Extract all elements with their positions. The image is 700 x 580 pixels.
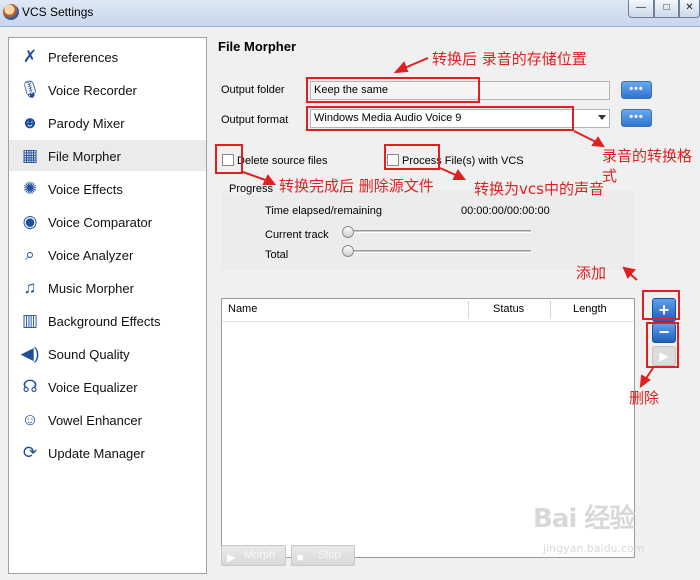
sidebar-item-voice-equalizer[interactable]: ☊ Voice Equalizer	[9, 371, 206, 402]
annotation-box-output-format	[306, 106, 574, 131]
sidebar-item-label: Voice Comparator	[48, 215, 153, 230]
current-track-label: Current track	[265, 229, 329, 241]
annotation-remove: 删除	[629, 389, 660, 407]
maximize-button[interactable]: □	[654, 0, 679, 18]
header-divider	[222, 321, 634, 322]
refresh-arrows-icon: ⟳	[22, 443, 38, 462]
title-bar: VCS Settings — □ ✕	[0, 0, 700, 27]
annotation-delete-source: 转换完成后 删除源文件	[279, 177, 434, 195]
sidebar-item-file-morpher[interactable]: ▦ File Morpher	[9, 140, 206, 171]
annotation-output-format-line2: 式	[602, 167, 618, 185]
morph-button-label: Morph	[244, 549, 276, 561]
sidebar-item-voice-analyzer[interactable]: ⌕ Voice Analyzer	[9, 239, 206, 270]
stop-button-label: Stop	[318, 549, 341, 561]
sidebar-item-preferences[interactable]: ✗ Preferences	[9, 41, 206, 72]
watermark-sub: jingyan.baidu.com	[543, 542, 645, 555]
annotation-box-add	[642, 290, 680, 320]
annotation-box-output-folder	[306, 77, 480, 103]
output-folder-label: Output folder	[221, 84, 285, 96]
sidebar-item-voice-effects[interactable]: ✺ Voice Effects	[9, 173, 206, 204]
lips-compare-icon: ◉	[22, 212, 38, 231]
column-header-length[interactable]: Length	[573, 303, 607, 315]
annotation-process: 转换为vcs中的声音	[474, 180, 604, 198]
time-elapsed-value: 00:00:00/00:00:00	[461, 205, 550, 217]
sidebar-item-label: Music Morpher	[48, 281, 134, 296]
sidebar-item-background-effects[interactable]: ▥ Background Effects	[9, 305, 206, 336]
chevron-down-icon	[598, 115, 606, 120]
equalizer-bars-icon: ▥	[21, 311, 39, 330]
sidebar-item-label: Sound Quality	[48, 347, 130, 362]
stop-button[interactable]: ■ Stop	[291, 545, 355, 566]
window-title: VCS Settings	[22, 5, 94, 19]
sidebar-item-vowel-enhancer[interactable]: ☺ Vowel Enhancer	[9, 404, 206, 435]
morph-button[interactable]: ▶ Morph	[221, 545, 286, 566]
time-elapsed-label: Time elapsed/remaining	[265, 205, 382, 217]
wrench-tools-icon: ✗	[22, 47, 38, 66]
annotation-output-format-line1: 录音的转换格	[602, 147, 693, 165]
annotation-box-remove	[646, 322, 679, 368]
page-title: File Morpher	[218, 39, 297, 54]
microphone-icon: 🎙	[19, 80, 41, 99]
sidebar-item-label: Parody Mixer	[48, 116, 125, 131]
sidebar-item-parody-mixer[interactable]: ☻ Parody Mixer	[9, 107, 206, 138]
file-morph-icon: ▦	[21, 146, 39, 165]
output-format-label: Output format	[221, 114, 289, 126]
total-slider-track	[345, 250, 531, 253]
close-button[interactable]: ✕	[679, 0, 700, 18]
sidebar-item-voice-recorder[interactable]: 🎙 Voice Recorder	[9, 74, 206, 105]
current-track-slider-thumb[interactable]	[342, 226, 354, 238]
sidebar-item-sound-quality[interactable]: ◀) Sound Quality	[9, 338, 206, 369]
sidebar-item-label: Voice Equalizer	[48, 380, 138, 395]
delete-source-label: Delete source files	[237, 155, 328, 167]
annotation-box-process	[384, 144, 440, 170]
sparkle-effects-icon: ✺	[22, 179, 38, 198]
sidebar-item-label: Vowel Enhancer	[48, 413, 142, 428]
annotation-add: 添加	[576, 264, 607, 282]
equalizer-mouth-icon: ☊	[22, 377, 38, 396]
sidebar-item-label: Voice Effects	[48, 182, 123, 197]
sidebar-item-label: File Morpher	[48, 149, 121, 164]
play-icon: ▶	[227, 552, 236, 564]
face-mask-icon: ☻	[21, 113, 39, 132]
column-header-name[interactable]: Name	[228, 303, 257, 315]
minimize-button[interactable]: —	[628, 0, 654, 18]
watermark: Bai 经验 jingyan.baidu.com	[533, 498, 693, 568]
sidebar: ✗ Preferences 🎙 Voice Recorder ☻ Parody …	[8, 37, 207, 574]
sidebar-item-label: Voice Analyzer	[48, 248, 134, 263]
speaker-icon: ◀)	[20, 344, 40, 363]
sidebar-item-music-morpher[interactable]: ♫ Music Morpher	[9, 272, 206, 303]
annotation-box-delete-source	[215, 144, 243, 174]
sidebar-item-label: Preferences	[48, 50, 119, 65]
sidebar-item-label: Update Manager	[48, 446, 145, 461]
stop-icon: ■	[297, 552, 304, 564]
watermark-main: Bai 经验	[533, 504, 635, 534]
format-options-button[interactable]: •••	[621, 109, 652, 127]
current-track-slider-track	[345, 230, 531, 233]
column-header-status[interactable]: Status	[493, 303, 524, 315]
magnifier-wave-icon: ⌕	[25, 245, 35, 264]
annotation-output-folder: 转换后 录音的存储位置	[432, 50, 587, 68]
browse-folder-button[interactable]: •••	[621, 81, 652, 99]
sidebar-item-label: Background Effects	[48, 314, 161, 329]
column-divider	[468, 301, 469, 319]
total-slider-thumb[interactable]	[342, 245, 354, 257]
progress-group-title: Progress	[227, 183, 276, 195]
sidebar-item-voice-comparator[interactable]: ◉ Voice Comparator	[9, 206, 206, 237]
app-logo-icon	[3, 4, 19, 20]
sidebar-item-label: Voice Recorder	[48, 83, 137, 98]
sidebar-item-update-manager[interactable]: ⟳ Update Manager	[9, 437, 206, 468]
total-label: Total	[265, 249, 289, 261]
head-speaking-icon: ☺	[21, 410, 39, 429]
column-divider	[550, 301, 551, 319]
music-notes-icon: ♫	[23, 278, 37, 297]
